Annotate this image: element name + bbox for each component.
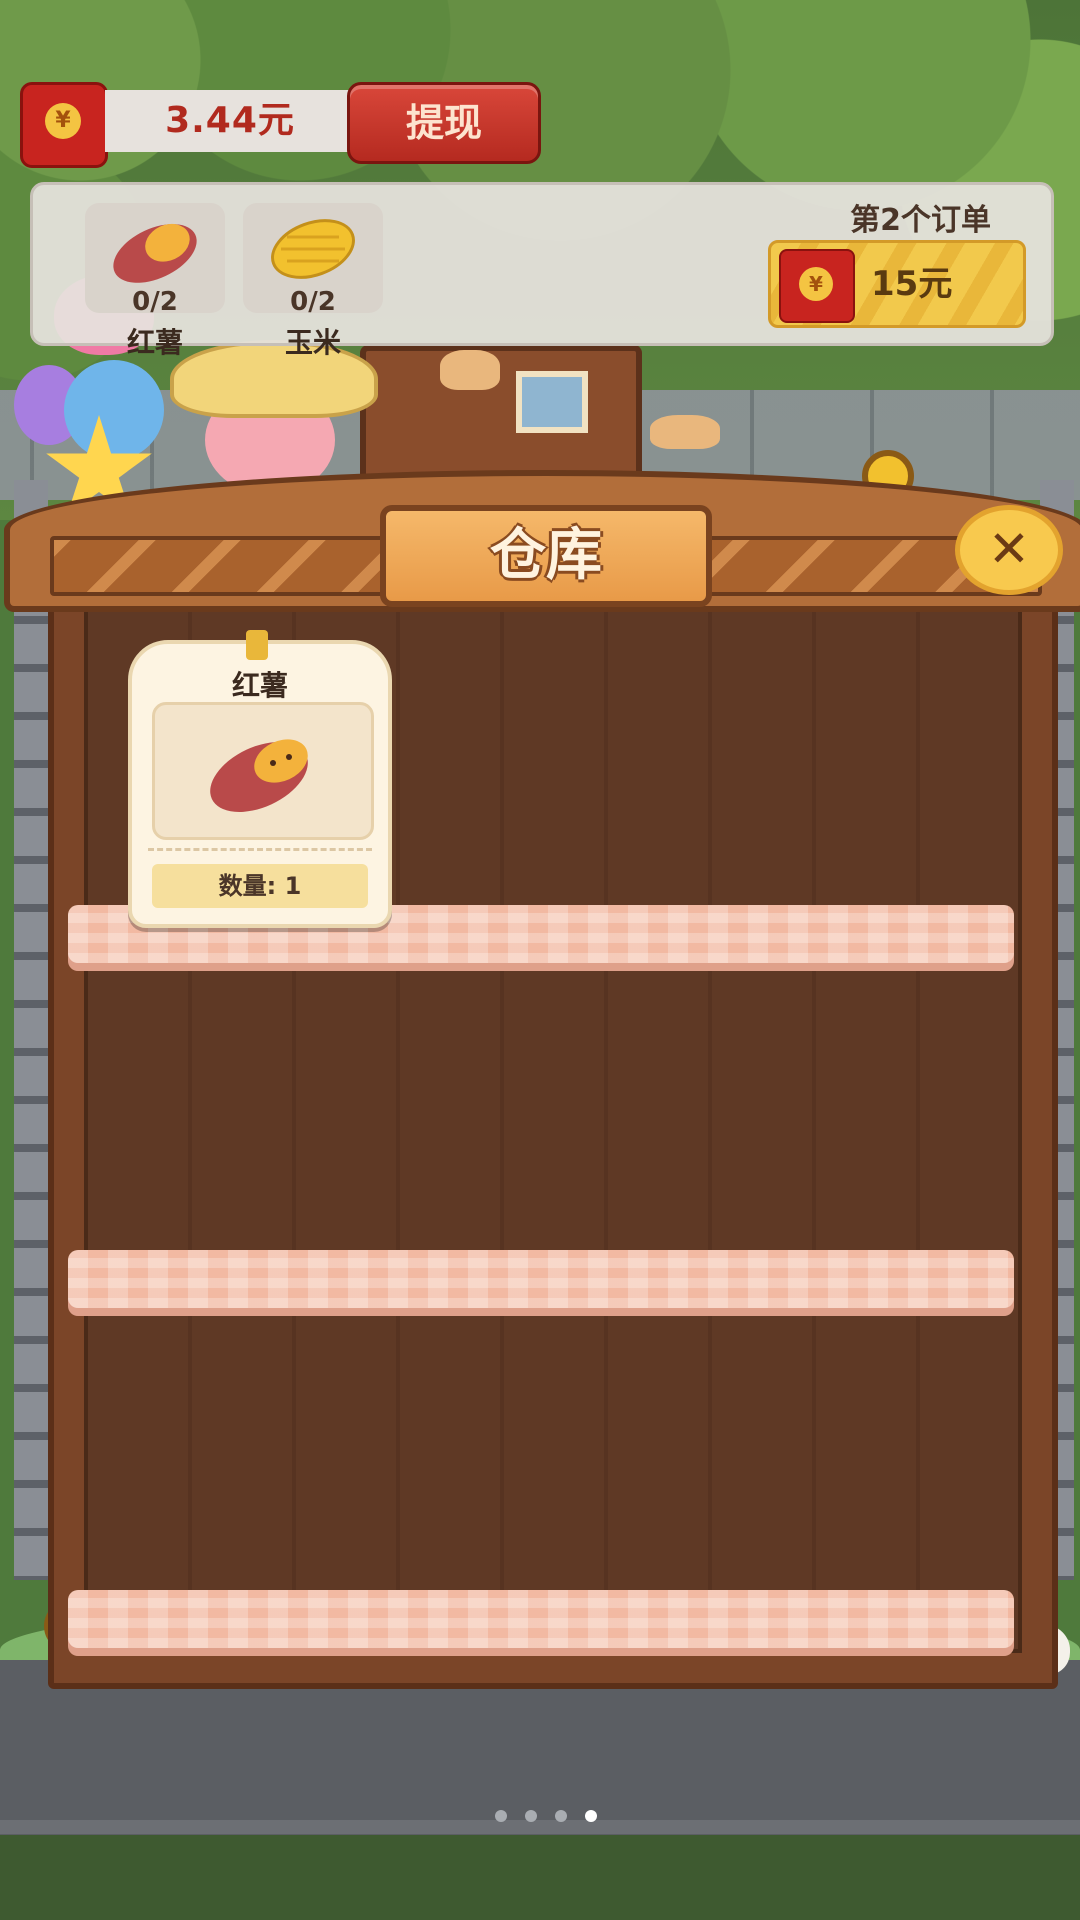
page-dot [495, 1810, 507, 1822]
red-envelope-icon: ¥ [20, 82, 108, 168]
red-envelope-icon: ¥ [779, 249, 855, 323]
page-dot-active [585, 1810, 598, 1822]
order-item-sweet-potato: 0/2 红薯 [85, 203, 225, 359]
order-item-name: 红薯 [126, 326, 183, 359]
page-dot [555, 1810, 568, 1822]
sweet-potato-icon [113, 223, 197, 283]
order-title: 第2个订单 [850, 203, 991, 238]
close-button[interactable]: ✕ [955, 505, 1063, 595]
order-panel: 0/2 红薯 0/2 玉米 第2个订单 ¥ 15元 [30, 182, 1054, 359]
order-reward-amount: 15元 [871, 264, 953, 304]
sweet-potato-icon [210, 739, 308, 812]
wallet-balance: 3.44元 [105, 90, 355, 152]
pin-icon [246, 630, 268, 660]
cat-icon [440, 350, 500, 390]
item-quantity: 数量: 1 [152, 864, 368, 908]
order-reward[interactable]: ¥ 15元 [768, 240, 1026, 328]
yuan-coin-icon: ¥ [799, 267, 833, 301]
order-item-progress: 0/2 [290, 287, 336, 317]
item-image [152, 702, 374, 840]
order-item-progress: 0/2 [132, 287, 178, 317]
item-name: 红薯 [231, 669, 288, 702]
withdraw-button[interactable]: 提现 [347, 82, 541, 164]
order-item-name: 玉米 [284, 326, 341, 359]
house-window [516, 371, 588, 433]
page-dot [525, 1810, 538, 1822]
warehouse-item-card[interactable]: 红薯 数量: 1 [128, 630, 392, 928]
card-divider [148, 848, 372, 851]
order-item-corn: 0/2 玉米 [243, 203, 383, 359]
page-indicator [495, 1807, 610, 1822]
cat-icon [650, 415, 720, 449]
shelf-2 [68, 1250, 1014, 1308]
yuan-coin-icon: ¥ [45, 103, 81, 139]
bottom-grass [0, 1835, 1080, 1920]
warehouse-title: 仓库 [380, 505, 712, 607]
fence-post-left [14, 480, 48, 1580]
shelf-3 [68, 1590, 1014, 1648]
blue-balloon-icon [64, 360, 164, 460]
corn-icon [271, 219, 355, 279]
